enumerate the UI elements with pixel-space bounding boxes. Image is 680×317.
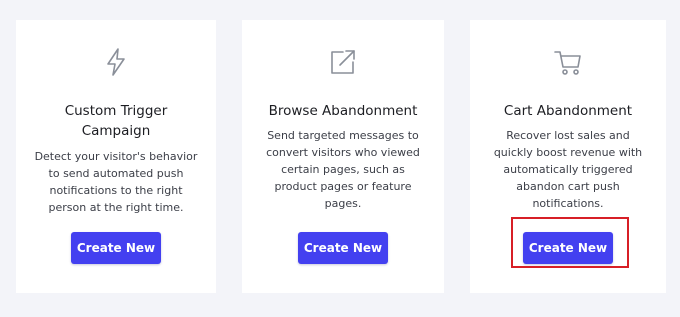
card-description: Detect your visitor's behavior to send a… xyxy=(34,150,198,214)
campaign-card-cart-abandonment: Cart Abandonment Recover lost sales and … xyxy=(470,20,666,293)
card-description: Send targeted messages to convert visito… xyxy=(266,129,420,210)
card-title: Cart Abandonment xyxy=(503,103,633,119)
create-new-button[interactable]: Create New xyxy=(298,232,388,264)
create-new-button[interactable]: Create New xyxy=(523,232,613,264)
campaign-card-browse-abandonment: Browse Abandonment Send targeted message… xyxy=(242,20,444,293)
shopping-cart-icon xyxy=(552,46,584,78)
campaign-card-custom-trigger: Custom Trigger Campaign Detect your visi… xyxy=(16,20,216,293)
card-description: Recover lost sales and quickly boost rev… xyxy=(493,129,643,210)
card-title: Custom Trigger Campaign xyxy=(64,103,168,139)
lightning-bolt-icon xyxy=(100,46,132,78)
create-new-button[interactable]: Create New xyxy=(71,232,161,264)
card-title: Browse Abandonment xyxy=(268,103,418,119)
external-link-icon xyxy=(327,46,359,78)
